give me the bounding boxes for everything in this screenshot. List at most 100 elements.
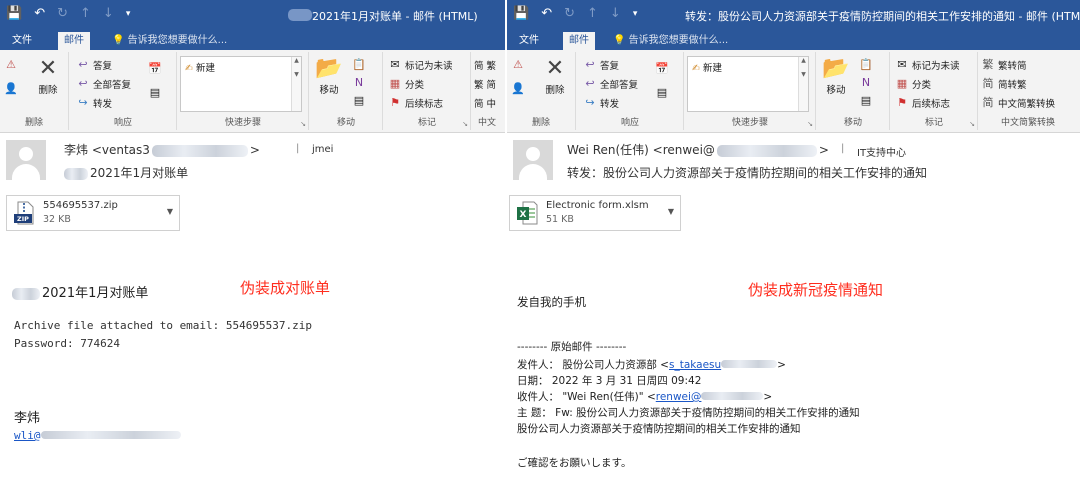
- rules-icon: 📋: [859, 58, 873, 71]
- message-header: 李炜 <ventas3 > | jmei 2021年1月对账单: [0, 133, 505, 189]
- to-traditional-label: 繁转简: [998, 61, 1027, 72]
- reply-button[interactable]: ↩ 答复: [76, 58, 112, 72]
- mark-unread-button[interactable]: ✉ 标记为未读: [895, 58, 959, 72]
- delete-button[interactable]: ✕ 删除: [539, 56, 571, 96]
- category-icon: ▦: [389, 77, 401, 90]
- reply-all-button[interactable]: ↩ 全部答复: [76, 77, 131, 91]
- orig-to-link[interactable]: renwei@: [656, 391, 702, 403]
- simp-convert-button[interactable]: 繁 简: [474, 77, 496, 91]
- up-arrow-icon[interactable]: ↑: [587, 5, 598, 23]
- tab-file[interactable]: 文件: [513, 32, 545, 50]
- body-heading-text: 2021年1月对账单: [42, 286, 149, 301]
- attachment-card[interactable]: ZIP 554695537.zip 32 KB ▼: [6, 195, 180, 231]
- tell-me-box[interactable]: 💡 告诉我您想要做什么...: [112, 32, 227, 50]
- category-icon: ▦: [896, 77, 908, 90]
- customize-quick-access-icon[interactable]: ▾: [633, 5, 638, 23]
- quick-step-new[interactable]: ✍ 新建: [692, 60, 722, 74]
- recipient[interactable]: IT支持中心: [857, 144, 906, 159]
- categorize-label: 分类: [405, 80, 425, 91]
- tab-mail[interactable]: 邮件: [563, 32, 595, 50]
- ignore-icon: ⚠: [6, 58, 16, 71]
- gallery-scrollbar[interactable]: ▲ ▼: [291, 57, 301, 111]
- categorize-button[interactable]: ▦ 分类: [895, 77, 931, 91]
- rules-button[interactable]: 📋: [352, 58, 366, 72]
- group-label-move: 移动: [843, 118, 862, 128]
- redo-icon[interactable]: ↻: [57, 5, 68, 23]
- mark-unread-button[interactable]: ✉ 标记为未读: [388, 58, 452, 72]
- attachment-card[interactable]: X Electronic form.xlsm 51 KB ▼: [509, 195, 681, 231]
- move-button[interactable]: 📂 移动: [312, 56, 346, 96]
- meeting-button[interactable]: 📅: [148, 62, 162, 76]
- avatar: [6, 140, 46, 180]
- to-traditional-button[interactable]: 繁繁转简: [981, 58, 1027, 72]
- onenote-button[interactable]: N: [859, 76, 873, 90]
- chinese-convert-button[interactable]: 简中文简繁转换: [981, 96, 1056, 110]
- categorize-button[interactable]: ▦ 分类: [388, 77, 424, 91]
- followup-button[interactable]: ⚑ 后续标志: [388, 96, 443, 110]
- window-title: 转发：股份公司人力资源部关于疫情防控期间的相关工作安排的通知 - 邮件 (HTM…: [685, 10, 1080, 23]
- delete-button[interactable]: ✕ 删除: [32, 56, 64, 96]
- chinese-convert-button[interactable]: 简 中: [474, 96, 496, 110]
- message-header: Wei Ren(任伟) <renwei@ > | IT支持中心 转发：股份公司人力…: [507, 133, 1080, 189]
- meeting-button[interactable]: 📅: [655, 62, 669, 76]
- undo-icon[interactable]: ↶: [34, 5, 45, 23]
- to-simplified-button[interactable]: 简简转繁: [981, 77, 1027, 91]
- delete-label: 删除: [545, 85, 565, 96]
- recipient[interactable]: jmei: [312, 144, 333, 155]
- trad-convert-button[interactable]: 简 繁: [474, 58, 496, 72]
- forward-button[interactable]: ↪ 转发: [76, 96, 112, 110]
- dialog-launcher-icon[interactable]: ↘: [969, 120, 975, 128]
- reply-button[interactable]: ↩ 答复: [583, 58, 619, 72]
- more-respond-button[interactable]: ▤: [655, 86, 669, 100]
- dialog-launcher-icon[interactable]: ↘: [462, 120, 468, 128]
- save-icon[interactable]: 💾: [513, 5, 529, 23]
- gallery-scrollbar[interactable]: ▲ ▼: [798, 57, 808, 111]
- chevron-down-icon[interactable]: ▼: [167, 207, 173, 216]
- simp-convert-label: 繁 简: [474, 80, 497, 91]
- down-arrow-icon[interactable]: ↓: [103, 5, 114, 23]
- followup-label: 后续标志: [405, 99, 444, 110]
- quick-steps-gallery[interactable]: ✍ 新建 ▲ ▼: [180, 56, 302, 112]
- undo-icon[interactable]: ↶: [541, 5, 552, 23]
- signature-email[interactable]: wli@: [14, 429, 181, 442]
- onenote-button[interactable]: N: [352, 76, 366, 90]
- quick-step-new[interactable]: ✍ 新建: [185, 60, 215, 74]
- sender[interactable]: 李炜 <ventas3 >: [64, 141, 260, 158]
- tell-me-box[interactable]: 💡 告诉我您想要做什么...: [613, 32, 728, 50]
- actions-button[interactable]: ▤: [859, 94, 873, 108]
- forward-button[interactable]: ↪ 转发: [583, 96, 619, 110]
- actions-button[interactable]: ▤: [352, 94, 366, 108]
- rules-button[interactable]: 📋: [859, 58, 873, 72]
- orig-subject: 主 题： Fw: 股份公司人力资源部关于疫情防控期间的相关工作安排的通知: [517, 407, 860, 419]
- forward-label: 转发: [93, 99, 113, 110]
- ribbon-group-delete: ⚠ 👤 ✕ 删除 删除: [0, 52, 69, 130]
- reply-icon: ↩: [585, 58, 595, 71]
- customize-quick-access-icon[interactable]: ▾: [126, 5, 131, 23]
- junk-button[interactable]: 👤: [4, 82, 18, 96]
- sender[interactable]: Wei Ren(任伟) <renwei@ >: [567, 141, 829, 158]
- reply-icon: ↩: [78, 58, 88, 71]
- signature-email-link[interactable]: wli@: [14, 429, 41, 442]
- ribbon: ⚠ 👤 ✕ 删除 删除 ↩ 答复 ↩ 全部答复 ↪ 转发 📅 ▤ 响应 ✍ 新建 ▲ ▼…: [507, 50, 1080, 133]
- down-arrow-icon[interactable]: ↓: [610, 5, 621, 23]
- orig-from-link[interactable]: s_takaesu: [669, 359, 721, 371]
- ignore-button[interactable]: ⚠: [4, 58, 18, 72]
- quick-steps-gallery[interactable]: ✍ 新建 ▲ ▼: [687, 56, 809, 112]
- forward-icon: ↪: [78, 96, 88, 109]
- tab-mail[interactable]: 邮件: [58, 32, 90, 50]
- body-heading: 2021年1月对账单: [12, 282, 148, 301]
- up-arrow-icon[interactable]: ↑: [80, 5, 91, 23]
- chevron-down-icon[interactable]: ▼: [668, 207, 674, 216]
- dialog-launcher-icon[interactable]: ↘: [300, 120, 306, 128]
- ignore-button[interactable]: ⚠: [511, 58, 525, 72]
- redo-icon[interactable]: ↻: [564, 5, 575, 23]
- move-button[interactable]: 📂 移动: [819, 56, 853, 96]
- more-respond-button[interactable]: ▤: [148, 86, 162, 100]
- title-bar: 💾 ↶ ↻ ↑ ↓ ▾ 转发：股份公司人力资源部关于疫情防控期间的相关工作安排的…: [507, 0, 1080, 30]
- reply-all-button[interactable]: ↩ 全部答复: [583, 77, 638, 91]
- dialog-launcher-icon[interactable]: ↘: [807, 120, 813, 128]
- tab-file[interactable]: 文件: [6, 32, 38, 50]
- junk-button[interactable]: 👤: [511, 82, 525, 96]
- save-icon[interactable]: 💾: [6, 5, 22, 23]
- followup-button[interactable]: ⚑ 后续标志: [895, 96, 950, 110]
